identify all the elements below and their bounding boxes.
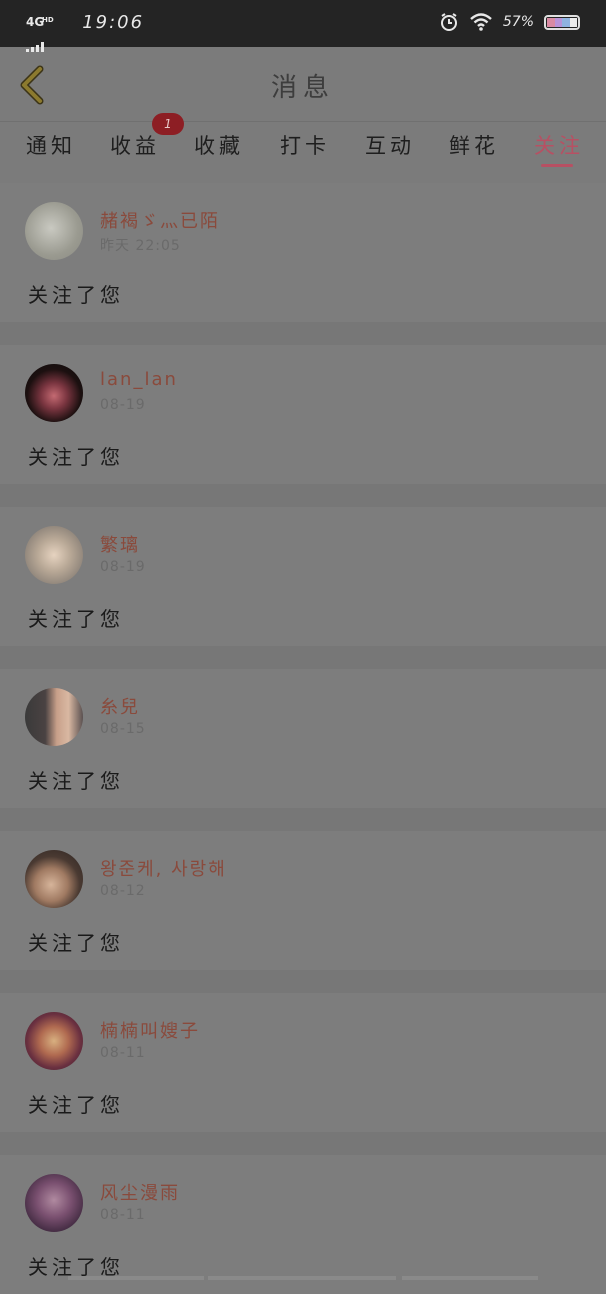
network-indicator: 4G HD <box>26 16 54 52</box>
page-title: 消息 <box>270 73 335 103</box>
bottom-bar-segment <box>402 1276 538 1280</box>
follow-date: 08-19 <box>100 397 146 413</box>
avatar[interactable] <box>25 688 83 746</box>
list-item[interactable]: 繁璃 08-19 关注了您 <box>0 507 606 646</box>
clock: 19:06 <box>82 12 145 33</box>
tab-earnings[interactable]: 收益 <box>110 130 160 160</box>
follow-message: 关注了您 <box>28 607 124 631</box>
divider <box>0 484 606 507</box>
follow-date: 08-11 <box>100 1045 146 1061</box>
status-bar: 4G HD 19:06 57% <box>0 0 606 52</box>
tab-flowers[interactable]: 鲜花 <box>449 130 499 160</box>
bottom-bar-segment <box>208 1276 396 1280</box>
follow-date: 昨天 22:05 <box>100 238 181 254</box>
tab-interaction[interactable]: 互动 <box>365 130 415 160</box>
follow-date: 08-11 <box>100 1207 146 1223</box>
avatar[interactable] <box>25 526 83 584</box>
avatar[interactable] <box>25 1174 83 1232</box>
list-item[interactable]: lan_lan 08-19 关注了您 <box>0 345 606 484</box>
tab-notification[interactable]: 通知 <box>26 130 76 160</box>
follower-name[interactable]: 繁璃 <box>100 531 140 557</box>
follower-name[interactable]: 赭褐ゞ灬已陌 <box>100 207 220 233</box>
divider <box>0 1132 606 1155</box>
status-left: 4G HD 19:06 <box>26 10 145 52</box>
follow-message: 关注了您 <box>28 931 124 955</box>
follow-message: 关注了您 <box>28 283 124 307</box>
tab-favorites[interactable]: 收藏 <box>194 130 244 160</box>
list-item[interactable]: 楠楠叫嫂子 08-11 关注了您 <box>0 993 606 1132</box>
divider <box>0 970 606 993</box>
tab-following[interactable]: 关注 <box>534 130 584 160</box>
wifi-icon <box>470 13 492 31</box>
tab-checkin[interactable]: 打卡 <box>280 130 330 160</box>
avatar[interactable] <box>25 850 83 908</box>
divider <box>0 322 606 345</box>
active-tab-indicator <box>541 164 573 167</box>
avatar[interactable] <box>25 1012 83 1070</box>
follower-name[interactable]: 楠楠叫嫂子 <box>100 1017 200 1043</box>
battery-icon <box>544 14 580 30</box>
list-item[interactable]: 赭褐ゞ灬已陌 昨天 22:05 关注了您 <box>0 183 606 322</box>
network-hd: HD <box>42 15 54 24</box>
follow-list: 赭褐ゞ灬已陌 昨天 22:05 关注了您 lan_lan 08-19 关注了您 … <box>0 183 606 1294</box>
list-item[interactable]: 糸兒 08-15 关注了您 <box>0 669 606 808</box>
follow-date: 08-12 <box>100 883 146 899</box>
follower-name[interactable]: 왕준케, 사랑해 <box>100 855 227 881</box>
avatar[interactable] <box>25 364 83 422</box>
bottom-bar-segment <box>68 1276 204 1280</box>
list-item[interactable]: 왕준케, 사랑해 08-12 关注了您 <box>0 831 606 970</box>
battery-percent: 57% <box>502 14 534 30</box>
unread-badge: 1 <box>152 113 184 135</box>
follow-message: 关注了您 <box>28 445 124 469</box>
list-item[interactable]: 风尘漫雨 08-11 关注了您 <box>0 1155 606 1294</box>
follow-date: 08-19 <box>100 559 146 575</box>
follower-name[interactable]: 风尘漫雨 <box>100 1179 180 1205</box>
divider <box>0 646 606 669</box>
divider <box>0 808 606 831</box>
message-tabs: 通知 收益 收藏 打卡 互动 鲜花 关注 <box>0 122 606 172</box>
alarm-icon <box>440 13 457 31</box>
follow-date: 08-15 <box>100 721 146 737</box>
follower-name[interactable]: 糸兒 <box>100 693 140 719</box>
follow-message: 关注了您 <box>28 769 124 793</box>
status-right: 57% <box>439 12 580 32</box>
top-nav-bar: 消息 <box>0 47 606 122</box>
avatar[interactable] <box>25 202 83 260</box>
follower-name[interactable]: lan_lan <box>100 369 178 390</box>
follow-message: 关注了您 <box>28 1093 124 1117</box>
